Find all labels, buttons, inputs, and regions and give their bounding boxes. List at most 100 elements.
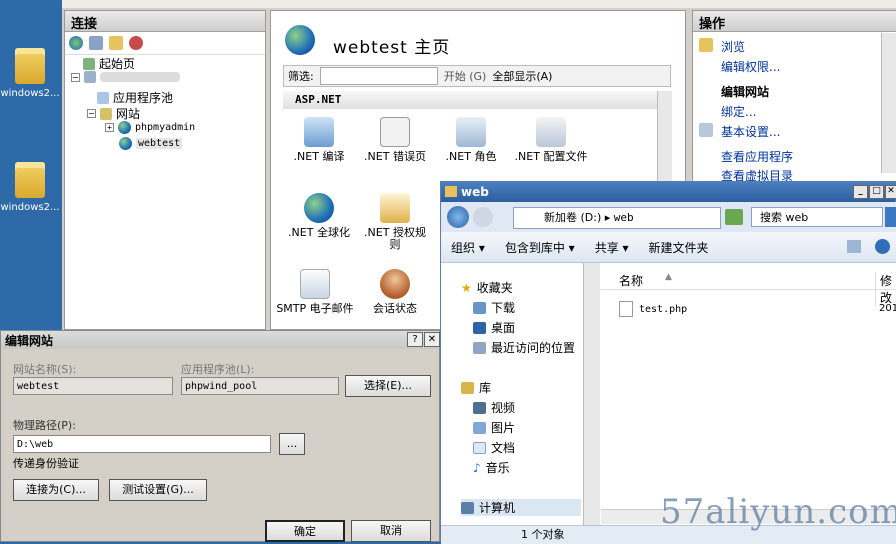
filter-bar: 筛选: 开始 (G) 全部显示(A) xyxy=(283,65,671,87)
tree-label: webtest xyxy=(136,138,183,149)
show-all-button[interactable]: 全部显示(A) xyxy=(492,68,552,84)
address-bar[interactable]: 新加卷 (D:) ▸ web xyxy=(513,207,721,229)
nav-favorites[interactable]: ★ 收藏夹 xyxy=(461,279,513,296)
feature-label: .NET 配置文件 xyxy=(514,150,588,163)
search-input[interactable]: 搜索 web xyxy=(751,207,883,227)
test-settings-button[interactable]: 测试设置(G)... xyxy=(109,479,207,501)
desktop-folder-2[interactable]: windows2... xyxy=(0,162,60,213)
connect-as-button[interactable]: 连接为(C)... xyxy=(13,479,99,501)
nav-pictures[interactable]: 图片 xyxy=(473,419,515,436)
desktop-folder-1[interactable]: windows2... xyxy=(0,48,60,99)
site-name-label: 网站名称(S): xyxy=(13,363,77,376)
feature-net-compilation[interactable]: .NET 编译 xyxy=(283,117,355,163)
nav-downloads[interactable]: 下载 xyxy=(473,299,515,316)
breadcrumb-drive[interactable]: 新加卷 (D:) xyxy=(544,211,601,224)
feature-net-authorization[interactable]: .NET 授权规则 xyxy=(359,193,431,251)
minimize-button[interactable]: _ xyxy=(853,185,868,199)
feature-smtp-email[interactable]: SMTP 电子邮件 xyxy=(275,269,355,315)
nav-label: 音乐 xyxy=(485,461,510,475)
explorer-title: web xyxy=(461,185,489,199)
filter-label: 筛选: xyxy=(288,70,314,83)
nav-videos[interactable]: 视频 xyxy=(473,399,515,416)
action-bindings[interactable]: 绑定... xyxy=(721,103,756,120)
back-icon[interactable] xyxy=(447,206,469,228)
nav-libraries[interactable]: 库 xyxy=(461,379,491,396)
tree-app-pools[interactable]: 应用程序池 xyxy=(97,89,173,106)
close-button[interactable]: ✕ xyxy=(424,332,440,347)
action-basic-settings[interactable]: 基本设置... xyxy=(721,123,780,140)
maximize-button[interactable]: □ xyxy=(869,185,884,199)
organize-menu[interactable]: 组织 ▾ xyxy=(441,239,495,256)
name-column-header[interactable]: 名称 xyxy=(619,272,643,289)
nav-recent[interactable]: 最近访问的位置 xyxy=(473,339,575,356)
share-menu[interactable]: 共享 ▾ xyxy=(585,239,639,256)
nav-scrollbar[interactable] xyxy=(583,263,600,525)
ok-button[interactable]: 确定 xyxy=(265,520,345,542)
browse-path-button[interactable]: ... xyxy=(279,433,305,455)
nav-music[interactable]: ♪ 音乐 xyxy=(473,459,510,476)
feature-net-error-pages[interactable]: .NET 错误页 xyxy=(359,117,431,163)
window-close-button[interactable]: ✕ xyxy=(885,185,896,199)
filter-input[interactable] xyxy=(319,67,438,85)
cancel-button[interactable]: 取消 xyxy=(351,520,431,542)
desktop-icon xyxy=(473,321,486,334)
feature-label: .NET 授权规则 xyxy=(364,226,426,251)
include-in-library-menu[interactable]: 包含到库中 ▾ xyxy=(495,239,585,256)
feature-net-roles[interactable]: .NET 角色 xyxy=(435,117,507,163)
action-browse[interactable]: 浏览 xyxy=(721,38,745,55)
action-edit-permissions[interactable]: 编辑权限... xyxy=(721,58,780,75)
desktop-icon-label: windows2... xyxy=(0,202,60,213)
forward-icon[interactable] xyxy=(473,207,493,227)
tree-server[interactable]: − xyxy=(71,71,180,83)
file-list: 名称 ▲ 修改 test.php 201 xyxy=(601,263,896,525)
tree-start-page[interactable]: 起始页 xyxy=(83,55,135,72)
new-folder-button[interactable]: 新建文件夹 xyxy=(639,239,719,256)
nav-label: 图片 xyxy=(491,421,516,435)
action-edit-site-header: 编辑网站 xyxy=(721,85,770,99)
disconnect-icon[interactable] xyxy=(129,36,143,50)
nav-computer[interactable]: 计算机 xyxy=(461,499,581,516)
features-scrollbar[interactable] xyxy=(657,91,672,185)
browse-icon xyxy=(699,38,713,52)
feature-net-profile[interactable]: .NET 配置文件 xyxy=(511,117,591,163)
authorization-lock-icon xyxy=(380,193,410,223)
action-view-applications[interactable]: 查看应用程序 xyxy=(721,148,793,165)
file-row[interactable]: test.php xyxy=(619,301,687,317)
tree-label: 应用程序池 xyxy=(113,91,174,105)
collapse-icon[interactable]: − xyxy=(87,109,96,118)
expand-icon[interactable]: + xyxy=(105,123,114,132)
help-icon[interactable] xyxy=(875,239,890,254)
search-icon[interactable] xyxy=(885,207,896,227)
profile-icon xyxy=(536,117,566,147)
feature-label: .NET 错误页 xyxy=(364,150,426,163)
libraries-icon xyxy=(461,381,474,394)
dialog-title-text: 编辑网站 xyxy=(5,334,54,348)
preview-pane-icon[interactable] xyxy=(847,240,861,253)
select-pool-button[interactable]: 选择(E)... xyxy=(345,375,431,397)
star-icon: ★ xyxy=(461,280,472,295)
nav-documents[interactable]: 文档 xyxy=(473,439,515,456)
start-filter-button[interactable]: 开始 (G) xyxy=(444,68,487,84)
tree-site-webtest[interactable]: webtest xyxy=(119,137,183,150)
connect-icon[interactable] xyxy=(69,36,83,50)
help-button[interactable]: ? xyxy=(407,332,423,347)
app-pool-field: phpwind_pool xyxy=(181,377,339,395)
session-state-icon xyxy=(380,269,410,299)
actions-scrollbar[interactable] xyxy=(881,33,896,173)
tree-label: 网站 xyxy=(116,107,141,121)
feature-session-state[interactable]: 会话状态 xyxy=(359,269,431,315)
tree-site-phpmyadmin[interactable]: + phpmyadmin xyxy=(105,121,195,134)
refresh-icon[interactable] xyxy=(725,209,743,225)
up-folder-icon[interactable] xyxy=(109,36,123,50)
tree-sites[interactable]: − 网站 xyxy=(87,105,140,122)
nav-desktop[interactable]: 桌面 xyxy=(473,319,515,336)
physical-path-input[interactable]: D:\web xyxy=(13,435,271,453)
breadcrumb-folder[interactable]: web xyxy=(614,211,634,224)
command-bar: 组织 ▾ 包含到库中 ▾ 共享 ▾ 新建文件夹 xyxy=(441,232,896,263)
collapse-icon[interactable]: − xyxy=(71,72,80,82)
file-modified: 201 xyxy=(879,303,896,314)
modified-column-header[interactable]: 修改 xyxy=(875,272,896,306)
feature-net-globalization[interactable]: .NET 全球化 xyxy=(283,193,355,239)
actions-title: 操作 xyxy=(693,11,896,32)
save-icon[interactable] xyxy=(89,36,103,50)
